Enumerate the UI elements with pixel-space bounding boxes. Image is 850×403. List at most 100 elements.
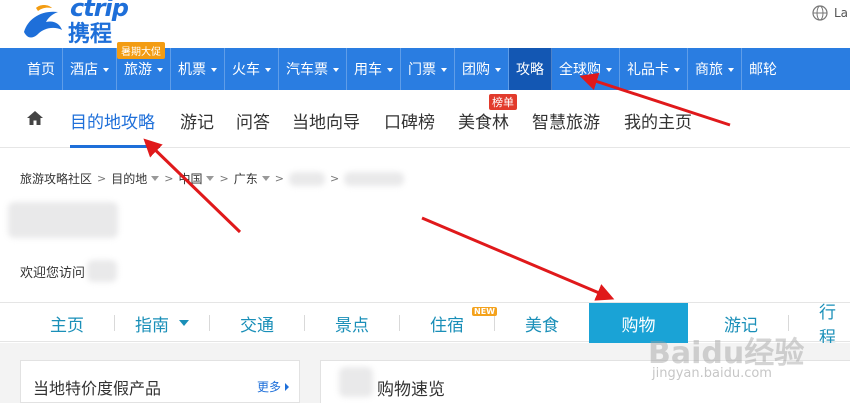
language-selector[interactable]: La xyxy=(812,5,848,21)
dolphin-logo-icon xyxy=(24,5,62,38)
caret-down-icon xyxy=(265,68,271,72)
nav-item-label: 全球购 xyxy=(559,62,601,78)
guide-sub-nav: 目的地攻略 游记 问答 当地向导 口碑榜 美食林 智慧旅游 我的主页 xyxy=(0,90,850,148)
main-nav: 首页 酒店 暑期大促 旅游 机票 火车 汽车票 用车 门票 团购 攻略 全球购 … xyxy=(0,42,850,90)
welcome-text: 欢迎您访问 xyxy=(20,265,86,281)
nav-item-business-travel[interactable]: 商旅 xyxy=(688,48,742,90)
more-link[interactable]: 更多 xyxy=(257,378,289,395)
watermark-url: jingyan.baidu.com xyxy=(652,366,772,381)
dropdown-caret-icon[interactable] xyxy=(261,176,270,181)
breadcrumb: 旅游攻略社区 > 目的地 > 中国 > 广东 > > xyxy=(20,170,405,187)
nav-item-home[interactable]: 首页 xyxy=(0,48,63,90)
caret-down-icon xyxy=(211,68,217,72)
nav-item-label: 攻略 xyxy=(516,62,544,78)
tab-label: 交通 xyxy=(240,315,274,336)
home-icon[interactable] xyxy=(26,110,44,126)
deals-panel-title: 当地特价度假产品 xyxy=(33,379,162,398)
arrow-to-shopping-tab xyxy=(421,216,615,301)
breadcrumb-community[interactable]: 旅游攻略社区 xyxy=(20,170,92,187)
breadcrumb-separator: > xyxy=(329,172,340,185)
nav-item-guides[interactable]: 攻略 xyxy=(509,48,552,90)
more-link-label: 更多 xyxy=(256,380,281,394)
nav-item-train[interactable]: 火车 xyxy=(225,48,279,90)
nav-item-bus[interactable]: 汽车票 xyxy=(279,48,347,90)
nav-item-groupbuy[interactable]: 团购 xyxy=(455,48,509,90)
new-badge: NEW xyxy=(472,307,497,316)
baidu-watermark: Baidu经验 jingyan.baidu.com xyxy=(648,328,848,403)
tab-label: 景点 xyxy=(335,315,369,336)
breadcrumb-province[interactable]: 广东 xyxy=(234,170,258,187)
redacted-destination-name xyxy=(87,260,118,282)
sub-nav-travelogues[interactable]: 游记 xyxy=(180,108,214,133)
ctrip-logo[interactable]: ctrip 携程 xyxy=(18,0,148,47)
deals-panel: 当地特价度假产品 更多 xyxy=(20,360,300,403)
nav-item-label: 首页 xyxy=(27,62,55,78)
caret-down-icon xyxy=(103,68,109,72)
tab-label: 指南 xyxy=(135,315,169,336)
sub-nav-qa[interactable]: 问答 xyxy=(236,108,270,133)
caret-down-icon xyxy=(674,68,680,72)
breadcrumb-separator: > xyxy=(164,172,174,185)
caret-down-icon xyxy=(728,68,734,72)
dropdown-caret-icon[interactable] xyxy=(206,176,215,181)
tab-label: 住宿 xyxy=(430,315,464,336)
caret-down-icon xyxy=(606,68,612,72)
breadcrumb-separator: > xyxy=(274,172,284,185)
sub-nav-smart-travel[interactable]: 智慧旅游 xyxy=(532,108,600,133)
redacted-breadcrumb-place xyxy=(344,171,405,186)
breadcrumb-destination[interactable]: 目的地 xyxy=(111,170,147,187)
caret-down-icon xyxy=(333,68,339,72)
redacted-destination-name xyxy=(339,367,373,397)
nav-item-label: 火车 xyxy=(232,62,260,78)
logo-cn-text: 携程 xyxy=(68,22,113,47)
brand-bar: ctrip 携程 La xyxy=(0,0,850,48)
redacted-breadcrumb-city xyxy=(288,171,325,186)
nav-item-label: 门票 xyxy=(408,62,436,78)
sub-nav-rankings[interactable]: 口碑榜 xyxy=(384,108,435,133)
caret-down-icon xyxy=(179,320,189,326)
breadcrumb-separator: > xyxy=(219,172,229,185)
nav-item-label: 礼品卡 xyxy=(627,62,669,78)
nav-item-label: 邮轮 xyxy=(749,62,777,78)
tab-attractions[interactable]: 景点 xyxy=(305,303,399,343)
dropdown-caret-icon[interactable] xyxy=(151,176,160,181)
nav-item-label: 团购 xyxy=(462,62,490,78)
nav-item-cruise[interactable]: 邮轮 xyxy=(742,48,784,90)
promo-badge: 暑期大促 xyxy=(117,42,165,59)
nav-item-flights[interactable]: 机票 xyxy=(171,48,225,90)
nav-item-label: 酒店 xyxy=(70,62,98,78)
caret-down-icon xyxy=(387,68,393,72)
sub-nav-local-guides[interactable]: 当地向导 xyxy=(292,108,360,133)
nav-item-gift-card[interactable]: 礼品卡 xyxy=(620,48,688,90)
tab-home[interactable]: 主页 xyxy=(20,303,114,343)
tab-label: 主页 xyxy=(50,315,84,336)
nav-item-label: 汽车票 xyxy=(286,62,328,78)
nav-item-label: 机票 xyxy=(178,62,206,78)
tab-food[interactable]: 美食 xyxy=(495,303,589,343)
caret-down-icon xyxy=(157,68,163,72)
breadcrumb-separator: > xyxy=(97,172,107,185)
nav-item-label: 旅游 xyxy=(124,62,152,78)
sub-nav-food-forest[interactable]: 美食林 xyxy=(458,108,509,133)
tab-guide[interactable]: 指南 xyxy=(115,303,209,343)
caret-down-icon xyxy=(441,68,447,72)
sub-nav-my-homepage[interactable]: 我的主页 xyxy=(624,108,692,133)
nav-item-hotel[interactable]: 酒店 xyxy=(63,48,117,90)
tab-transport[interactable]: 交通 xyxy=(210,303,304,343)
sub-nav-destination-guides[interactable]: 目的地攻略 xyxy=(70,108,155,133)
nav-item-tickets[interactable]: 门票 xyxy=(401,48,455,90)
nav-item-car[interactable]: 用车 xyxy=(347,48,401,90)
nav-item-label: 用车 xyxy=(354,62,382,78)
nav-item-global-shopping[interactable]: 全球购 xyxy=(552,48,620,90)
active-tab-underline xyxy=(70,145,160,148)
nav-item-label: 商旅 xyxy=(695,62,723,78)
shopping-overview-title: 购物速览 xyxy=(377,380,445,400)
chevron-right-icon xyxy=(285,382,289,391)
welcome-line: 欢迎您访问 xyxy=(20,260,118,282)
tab-label: 美食 xyxy=(525,315,559,336)
breadcrumb-country[interactable]: 中国 xyxy=(178,170,202,187)
redacted-page-heading xyxy=(8,200,128,240)
nav-item-travel[interactable]: 暑期大促 旅游 xyxy=(117,42,171,90)
redacted-title-block xyxy=(8,202,118,238)
caret-down-icon xyxy=(495,68,501,72)
